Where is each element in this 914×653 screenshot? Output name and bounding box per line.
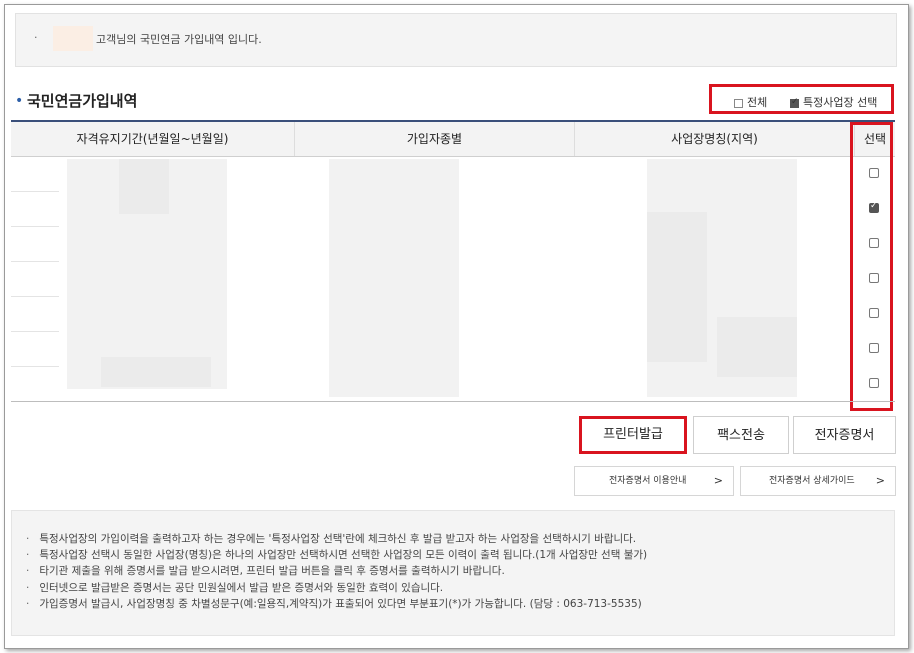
row-select-checkbox[interactable]: [869, 168, 879, 178]
table-header: 자격유지기간(년월일~년월일) 가입자종별 사업장명칭(지역) 선택: [11, 122, 895, 157]
e-certificate-button[interactable]: 전자증명서: [793, 416, 896, 454]
filter-all-option[interactable]: 전체: [734, 94, 767, 110]
col-header-period: 자격유지기간(년월일~년월일): [11, 122, 295, 156]
blurred-period-column: [101, 357, 211, 387]
e-cert-usage-guide-link[interactable]: 전자증명서 이용안내 >: [574, 466, 734, 496]
row-divider: [11, 366, 59, 367]
row-divider: [11, 296, 59, 297]
filter-specific-label: 특정사업장 선택: [803, 96, 878, 109]
filter-specific-checkbox[interactable]: [790, 97, 799, 108]
row-divider: [11, 226, 59, 227]
filter-all-checkbox[interactable]: [734, 98, 743, 108]
info-message: 고객님의 국민연금 가입내역 입니다.: [96, 33, 262, 46]
row-select-checkbox[interactable]: [869, 378, 879, 388]
blurred-workplace-column: [717, 317, 797, 377]
e-cert-detail-guide-label: 전자증명서 상세가이드: [769, 476, 855, 486]
filter-all-label: 전체: [747, 96, 768, 109]
table-bottom-border: [11, 401, 895, 402]
blurred-period-column: [119, 159, 169, 214]
notice-item: 인터넷으로 발급받은 증명서는 공단 민원실에서 발급 받은 증명서와 동일한 …: [26, 580, 894, 596]
row-select-checkbox[interactable]: [869, 238, 879, 248]
row-divider: [11, 191, 59, 192]
notice-box: 특정사업장의 가입이력을 출력하고자 하는 경우에는 '특정사업장 선택'란에 …: [11, 510, 895, 636]
notice-item: 특정사업장 선택시 동일한 사업장(명칭)은 하나의 사업장만 선택하시면 선택…: [26, 547, 894, 563]
blurred-member-type-column: [329, 159, 459, 397]
col-header-member-type: 가입자종별: [295, 122, 575, 156]
print-issue-button[interactable]: 프린터발급: [579, 416, 687, 454]
info-banner: · 고객님의 국민연금 가입내역 입니다.: [15, 13, 897, 67]
e-cert-detail-guide-link[interactable]: 전자증명서 상세가이드 >: [740, 466, 896, 496]
window-frame: · 고객님의 국민연금 가입내역 입니다. • 국민연금가입내역 전체 특정사업…: [4, 4, 909, 649]
chevron-right-icon: >: [875, 474, 885, 487]
fax-send-button[interactable]: 팩스전송: [693, 416, 789, 454]
section-title: 국민연금가입내역: [27, 92, 138, 110]
col-header-workplace: 사업장명칭(지역): [575, 122, 855, 156]
select-column-highlight: [850, 122, 893, 411]
info-bullet: ·: [34, 31, 38, 44]
row-select-checkbox[interactable]: [869, 273, 879, 283]
notice-item: 타기관 제출을 위해 증명서를 발급 받으시려면, 프린터 발급 버튼을 클릭 …: [26, 563, 894, 579]
row-divider: [11, 261, 59, 262]
notice-list: 특정사업장의 가입이력을 출력하고자 하는 경우에는 '특정사업장 선택'란에 …: [12, 511, 894, 612]
customer-name-masked: [53, 26, 93, 51]
filter-options: 전체 특정사업장 선택: [709, 84, 894, 114]
row-select-checkbox[interactable]: [869, 201, 879, 213]
notice-item: 특정사업장의 가입이력을 출력하고자 하는 경우에는 '특정사업장 선택'란에 …: [26, 531, 894, 547]
chevron-right-icon: >: [713, 474, 723, 487]
section-bullet: •: [15, 93, 24, 109]
e-cert-usage-guide-label: 전자증명서 이용안내: [609, 476, 687, 486]
row-select-checkbox[interactable]: [869, 343, 879, 353]
notice-item: 가입증명서 발급시, 사업장명칭 중 차별성문구(예:일용직,계약직)가 표출되…: [26, 596, 894, 612]
filter-specific-option[interactable]: 특정사업장 선택: [790, 94, 877, 110]
row-divider: [11, 331, 59, 332]
row-select-checkbox[interactable]: [869, 308, 879, 318]
blurred-workplace-column: [647, 212, 707, 362]
table-body: [11, 157, 895, 402]
